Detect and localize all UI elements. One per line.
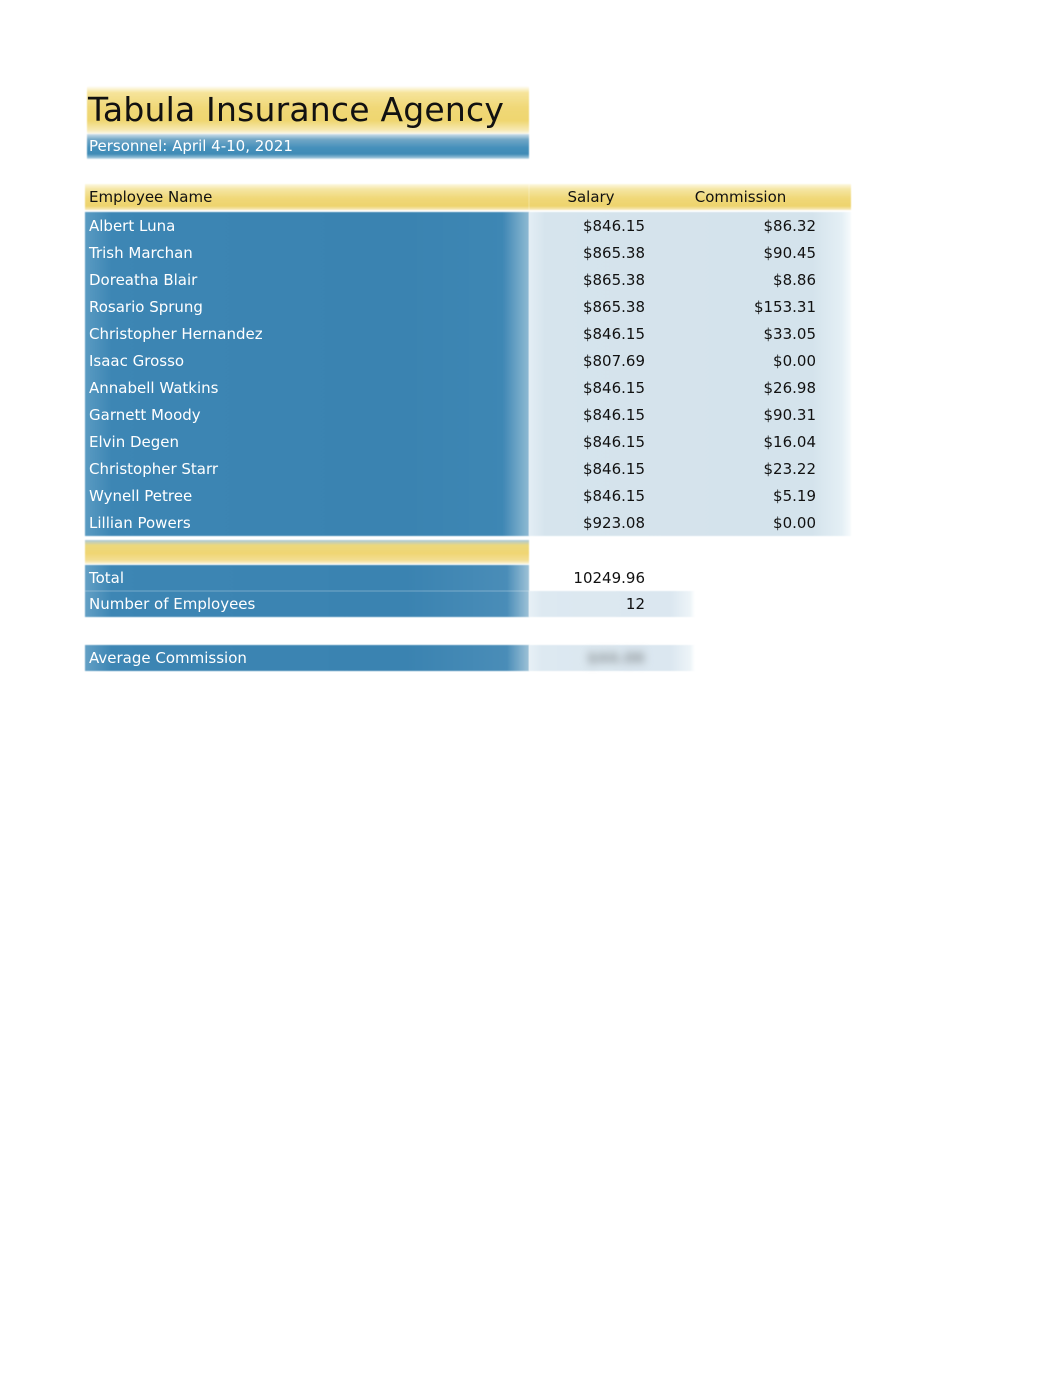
table-row: Isaac Grosso $807.69 $0.00 (85, 347, 851, 374)
summary-row-total: Total 10249.96 (85, 565, 851, 591)
employee-count-label: Number of Employees (89, 595, 256, 613)
column-header-employee-name: Employee Name (89, 188, 213, 206)
table-row: Trish Marchan $865.38 $90.45 (85, 239, 851, 266)
table-row: Wynell Petree $846.15 $5.19 (85, 482, 851, 509)
page-subtitle: Personnel: April 4-10, 2021 (89, 137, 293, 155)
table-row: Christopher Starr $846.15 $23.22 (85, 455, 851, 482)
cell-employee-name: Doreatha Blair (89, 270, 198, 289)
total-label: Total (89, 569, 125, 587)
cell-commission: $23.22 (763, 459, 817, 478)
table-row: Rosario Sprung $865.38 $153.31 (85, 293, 851, 320)
cell-salary: $923.08 (582, 513, 645, 532)
table-row: Garnett Moody $846.15 $90.31 (85, 401, 851, 428)
table-row: Annabell Watkins $846.15 $26.98 (85, 374, 851, 401)
cell-employee-name: Isaac Grosso (89, 351, 185, 370)
cell-commission: $0.00 (773, 351, 816, 370)
cell-commission: $5.19 (773, 486, 816, 505)
column-header-salary: Salary (567, 188, 615, 206)
cell-employee-name: Christopher Hernandez (89, 324, 263, 343)
cell-commission: $26.98 (763, 378, 817, 397)
cell-employee-name: Trish Marchan (89, 243, 193, 262)
cell-commission: $90.45 (763, 243, 817, 262)
cell-employee-name: Christopher Starr (89, 459, 219, 478)
cell-salary: $846.15 (582, 459, 645, 478)
table-row: Elvin Degen $846.15 $16.04 (85, 428, 851, 455)
table-row: Lillian Powers $923.08 $0.00 (85, 509, 851, 536)
employee-count-value: 12 (625, 595, 645, 613)
cell-employee-name: Elvin Degen (89, 432, 179, 451)
table-row: Christopher Hernandez $846.15 $33.05 (85, 320, 851, 347)
column-header-commission: Commission (694, 188, 787, 206)
table-row: Albert Luna $846.15 $86.32 (85, 212, 851, 239)
cell-employee-name: Wynell Petree (89, 486, 193, 505)
cell-salary: $865.38 (582, 297, 645, 316)
cell-employee-name: Albert Luna (89, 216, 176, 235)
spreadsheet-canvas: Tabula Insurance Agency Personnel: April… (0, 0, 1062, 1377)
average-commission-label: Average Commission (89, 649, 247, 667)
cell-salary: $865.38 (582, 270, 645, 289)
cell-commission: $0.00 (773, 513, 816, 532)
cell-salary: $865.38 (582, 243, 645, 262)
cell-salary: $846.15 (582, 432, 645, 451)
summary-row-average-commission: Average Commission $44.06 (85, 645, 851, 671)
table-body: Albert Luna $846.15 $86.32 Trish Marchan $86… (85, 212, 851, 536)
page-title: Tabula Insurance Agency (88, 90, 505, 129)
cell-commission: $86.32 (763, 216, 817, 235)
cell-employee-name: Lillian Powers (89, 513, 191, 532)
cell-commission: $8.86 (773, 270, 816, 289)
summary-row-employee-count: Number of Employees 12 (85, 591, 851, 617)
cell-commission: $153.31 (753, 297, 816, 316)
cell-salary: $846.15 (582, 378, 645, 397)
cell-employee-name: Rosario Sprung (89, 297, 203, 316)
total-value: 10249.96 (573, 569, 645, 587)
average-commission-value: $44.06 (587, 649, 645, 667)
cell-salary: $846.15 (582, 216, 645, 235)
cell-salary: $846.15 (582, 486, 645, 505)
table-footer-band-right (529, 540, 851, 564)
cell-employee-name: Garnett Moody (89, 405, 201, 424)
cell-commission: $33.05 (763, 324, 817, 343)
cell-employee-name: Annabell Watkins (89, 378, 219, 397)
cell-commission: $16.04 (763, 432, 817, 451)
table-header-row: Employee Name Salary Commission (85, 184, 851, 210)
cell-commission: $90.31 (763, 405, 817, 424)
cell-salary: $846.15 (582, 405, 645, 424)
cell-salary: $846.15 (582, 324, 645, 343)
table-footer-band-left (85, 540, 529, 564)
table-row: Doreatha Blair $865.38 $8.86 (85, 266, 851, 293)
cell-salary: $807.69 (582, 351, 645, 370)
